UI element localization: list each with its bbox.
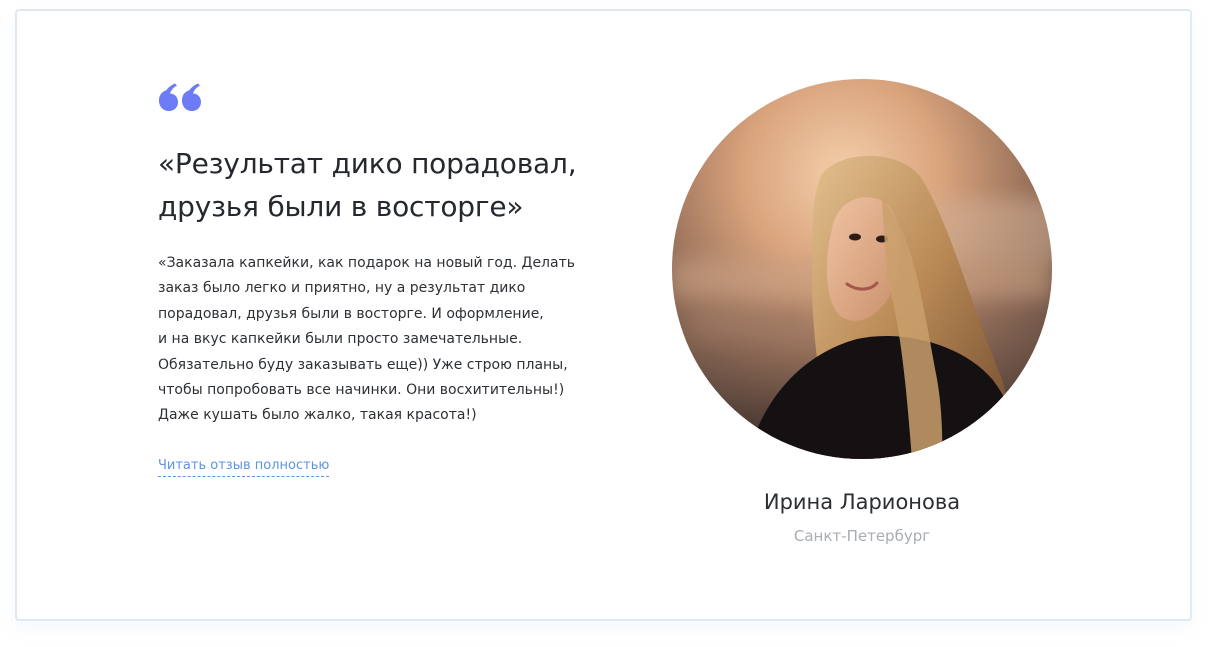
avatar-photo	[672, 79, 1052, 459]
quote-icon	[159, 83, 201, 111]
headline-line-1: «Результат дико порадовал,	[158, 147, 577, 180]
testimonial-headline: «Результат дико порадовал, друзья были в…	[158, 142, 628, 228]
testimonial-card: «Результат дико порадовал, друзья были в…	[15, 9, 1192, 621]
author-name: Ирина Ларионова	[763, 490, 961, 514]
read-more-link[interactable]: Читать отзыв полностью	[158, 457, 330, 477]
author-city: Санкт-Петербург	[793, 527, 931, 545]
review-text: «Заказала капкейки, как подарок на новый…	[158, 255, 575, 424]
headline-line-2: друзья были в восторге»	[158, 190, 524, 223]
avatar	[672, 79, 1052, 459]
